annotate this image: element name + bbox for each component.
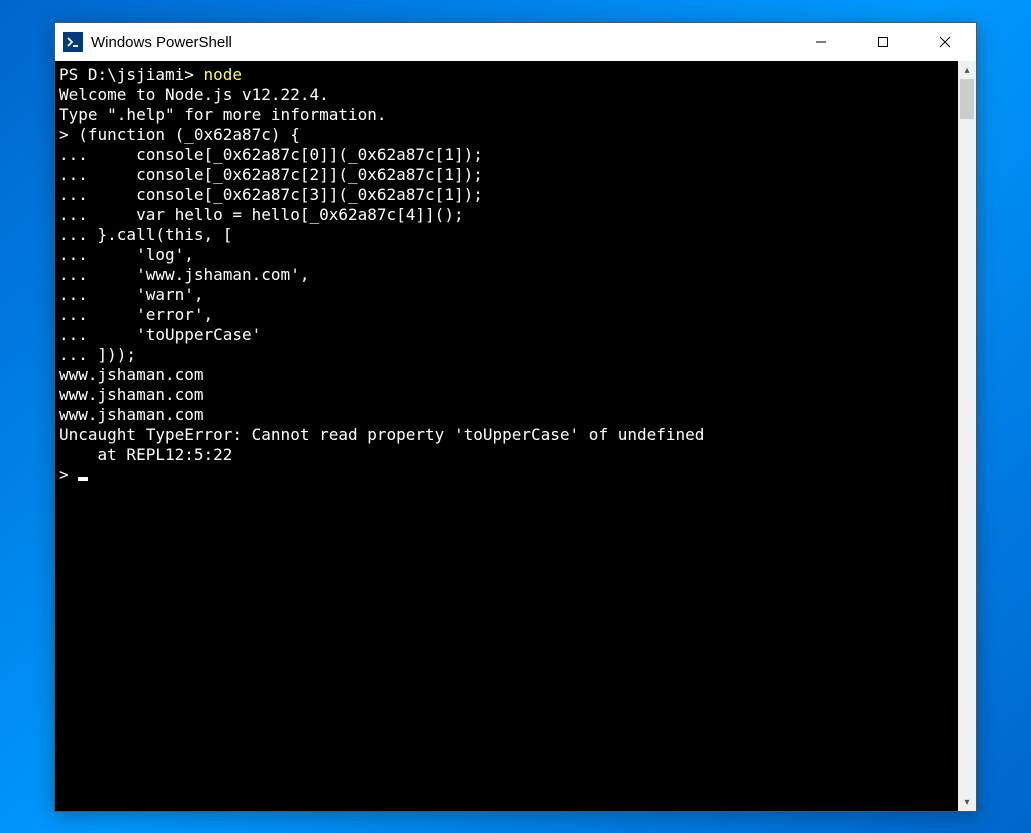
powershell-icon: [63, 32, 83, 52]
terminal-line: ... console[_0x62a87c[0]](_0x62a87c[1]);: [59, 145, 483, 164]
terminal-line: ... 'toUpperCase': [59, 325, 261, 344]
terminal-line: ... ]));: [59, 345, 136, 364]
terminal-line: Welcome to Node.js v12.22.4.: [59, 85, 329, 104]
prompt-command: node: [204, 65, 243, 84]
terminal-line: at REPL12:5:22: [59, 445, 232, 464]
close-button[interactable]: [914, 23, 976, 61]
terminal-line: ... 'error',: [59, 305, 213, 324]
terminal-line: > (function (_0x62a87c) {: [59, 125, 300, 144]
scroll-down-icon[interactable]: ▾: [958, 793, 976, 811]
terminal-output[interactable]: PS D:\jsjiami> node Welcome to Node.js v…: [55, 61, 958, 811]
maximize-button[interactable]: [852, 23, 914, 61]
terminal-line: >: [59, 465, 78, 484]
window-title: Windows PowerShell: [91, 34, 790, 51]
terminal-line: ... 'warn',: [59, 285, 204, 304]
terminal-line: Type ".help" for more information.: [59, 105, 387, 124]
terminal-line: Uncaught TypeError: Cannot read property…: [59, 425, 704, 444]
titlebar[interactable]: Windows PowerShell: [55, 23, 976, 61]
terminal-line: www.jshaman.com: [59, 385, 204, 404]
terminal-line: ... 'log',: [59, 245, 194, 264]
terminal-line: ... var hello = hello[_0x62a87c[4]]();: [59, 205, 464, 224]
powershell-window: Windows PowerShell PS D:\jsjiami> node W…: [54, 22, 977, 812]
terminal-line: ... }.call(this, [: [59, 225, 232, 244]
vertical-scrollbar[interactable]: ▴ ▾: [958, 61, 976, 811]
scrollbar-thumb[interactable]: [960, 79, 974, 119]
minimize-button[interactable]: [790, 23, 852, 61]
terminal-line: ... console[_0x62a87c[2]](_0x62a87c[1]);: [59, 165, 483, 184]
terminal-line: www.jshaman.com: [59, 405, 204, 424]
terminal-line: ... console[_0x62a87c[3]](_0x62a87c[1]);: [59, 185, 483, 204]
terminal-line: www.jshaman.com: [59, 365, 204, 384]
window-controls: [790, 23, 976, 61]
cursor: [78, 477, 88, 481]
terminal-area: PS D:\jsjiami> node Welcome to Node.js v…: [55, 61, 976, 811]
prompt-path: PS D:\jsjiami>: [59, 65, 204, 84]
scroll-up-icon[interactable]: ▴: [958, 61, 976, 79]
terminal-line: ... 'www.jshaman.com',: [59, 265, 309, 284]
